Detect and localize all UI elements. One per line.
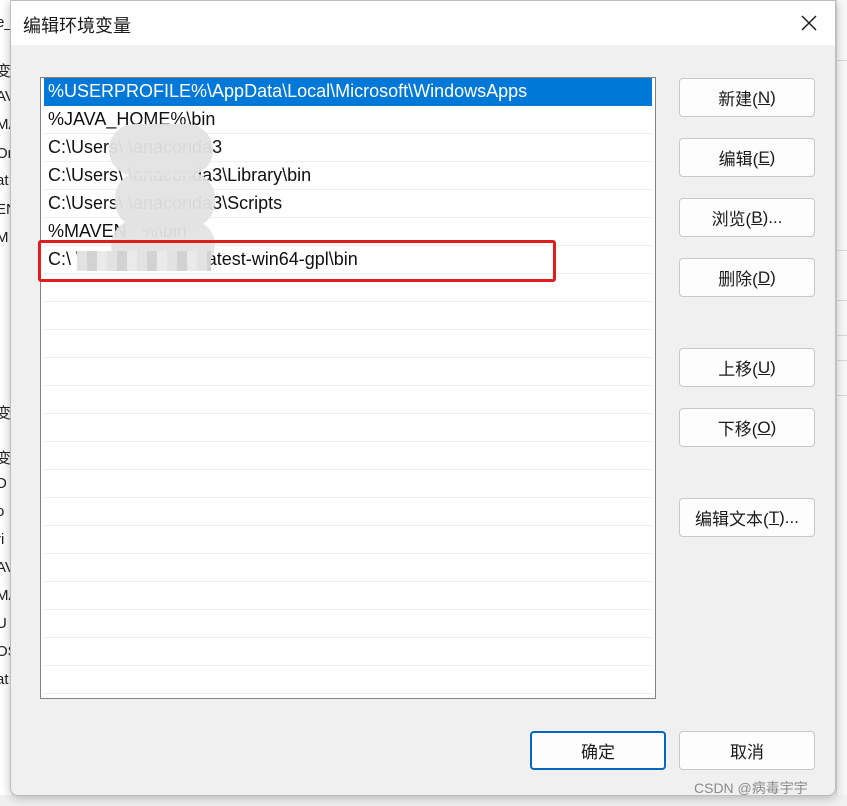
path-list-empty-row bbox=[44, 358, 652, 386]
dialog-titlebar[interactable]: 编辑环境变量 bbox=[11, 1, 835, 45]
path-list-empty-row bbox=[44, 330, 652, 358]
path-list[interactable]: %USERPROFILE%\AppData\Local\Microsoft\Wi… bbox=[40, 77, 656, 699]
path-list-empty-row bbox=[44, 470, 652, 498]
path-list-empty-row bbox=[44, 442, 652, 470]
background-fragment: at bbox=[0, 671, 9, 688]
path-list-empty-row bbox=[44, 610, 652, 638]
background-fragment: o bbox=[0, 503, 4, 520]
watermark: CSDN @病毒宇宇 bbox=[694, 780, 808, 796]
close-button[interactable] bbox=[787, 3, 831, 43]
edit-environment-variable-dialog: 编辑环境变量 %USERPROFILE%\AppData\Local\Micro… bbox=[10, 0, 836, 796]
path-list-empty-row bbox=[44, 554, 652, 582]
path-list-item[interactable]: %USERPROFILE%\AppData\Local\Microsoft\Wi… bbox=[44, 78, 652, 106]
path-list-item-text: %USERPROFILE%\AppData\Local\Microsoft\Wi… bbox=[48, 81, 528, 101]
delete-button[interactable]: 删除(D) bbox=[679, 258, 815, 297]
path-list-empty-row bbox=[44, 498, 652, 526]
dialog-title: 编辑环境变量 bbox=[23, 16, 131, 36]
path-list-empty-row bbox=[44, 666, 652, 694]
move-up-button[interactable]: 上移(U) bbox=[679, 348, 815, 387]
close-icon bbox=[801, 15, 817, 31]
path-list-empty-row bbox=[44, 638, 652, 666]
edit-button[interactable]: 编辑(E) bbox=[679, 138, 815, 177]
background-window-edge-right bbox=[836, 0, 847, 806]
background-fragment: at bbox=[0, 172, 9, 189]
highlight-annotation-box bbox=[38, 240, 556, 282]
edit-text-button[interactable]: 编辑文本(T)... bbox=[679, 498, 815, 537]
path-list-empty-row bbox=[44, 526, 652, 554]
background-fragment: U bbox=[0, 615, 7, 632]
privacy-blur bbox=[109, 124, 213, 176]
cancel-button[interactable]: 取消 bbox=[679, 731, 815, 770]
background-fragment: ri bbox=[0, 531, 5, 548]
move-down-button[interactable]: 下移(O) bbox=[679, 408, 815, 447]
ok-button[interactable]: 确定 bbox=[530, 731, 666, 770]
background-fragment: D bbox=[0, 475, 7, 492]
background-fragment: M bbox=[0, 229, 9, 246]
path-list-empty-row bbox=[44, 582, 652, 610]
path-list-empty-row bbox=[44, 414, 652, 442]
browse-button[interactable]: 浏览(B)... bbox=[679, 198, 815, 237]
path-list-empty-row bbox=[44, 302, 652, 330]
new-button[interactable]: 新建(N) bbox=[679, 78, 815, 117]
path-list-empty-row bbox=[44, 386, 652, 414]
